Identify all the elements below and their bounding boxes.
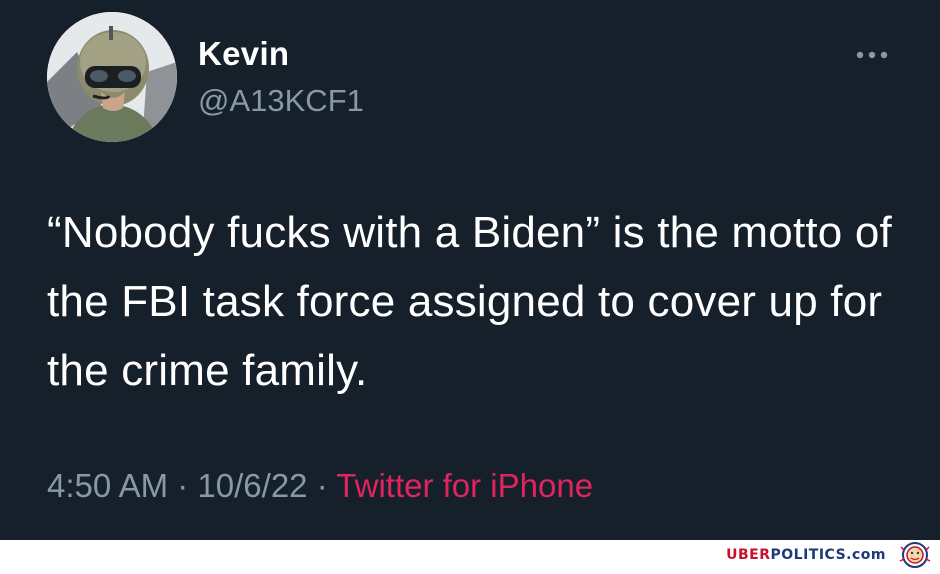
user-handle[interactable]: @A13KCF1 [198,82,364,120]
avatar[interactable] [47,12,177,142]
watermark-bar: UBERPOLITICS.com [0,540,940,569]
tweet-time[interactable]: 4:50 AM [47,467,168,504]
watermark-part1: UBER [726,547,771,563]
pilot-avatar-icon [47,12,177,142]
tweet-text: “Nobody fucks with a Biden” is the motto… [47,208,892,395]
meta-separator: · [316,467,328,504]
display-name[interactable]: Kevin [198,34,289,74]
watermark-text: UBERPOLITICS.com [726,546,886,564]
tweet-metadata: 4:50 AM · 10/6/22 · Twitter for iPhone [47,465,593,507]
tweet-source-link[interactable]: Twitter for iPhone [336,467,593,504]
meta-separator: · [177,467,189,504]
watermark-part2: POLITICS.com [770,547,886,563]
tweet-card: Kevin @A13KCF1 “Nobody fucks with a Bide… [0,0,940,540]
lion-seal-icon [898,541,932,569]
more-horizontal-icon[interactable] [852,46,892,64]
tweet-date[interactable]: 10/6/22 [197,467,307,504]
